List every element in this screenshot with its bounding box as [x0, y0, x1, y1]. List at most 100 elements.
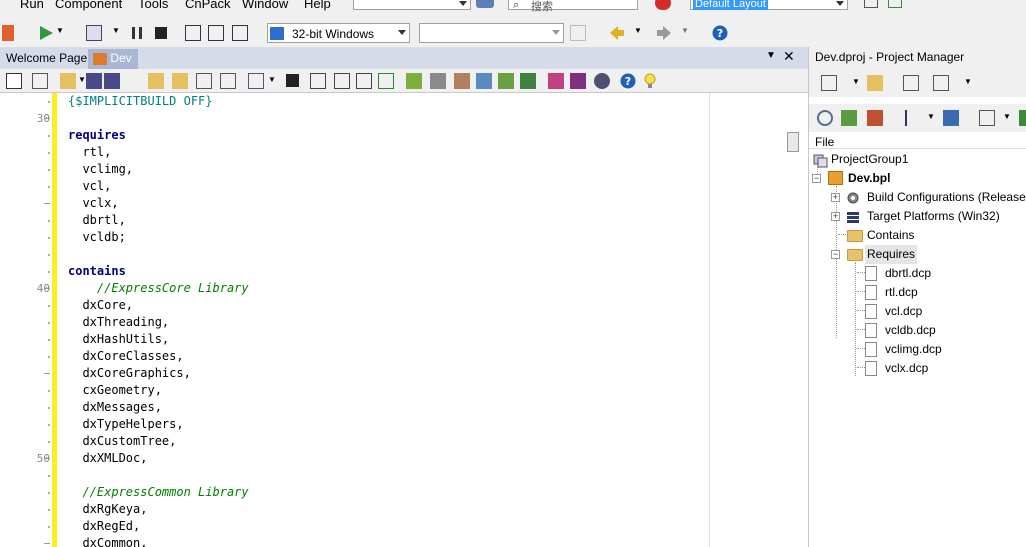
run-dropdown-icon[interactable]: ▼ [56, 26, 64, 35]
tab-dev[interactable]: Dev [88, 49, 138, 69]
run-to-cursor-icon[interactable] [232, 25, 248, 41]
remove-from-project-icon[interactable] [172, 73, 188, 89]
collapse-icon[interactable] [867, 110, 883, 126]
tool5-icon[interactable] [498, 73, 514, 89]
collapse-toggle-icon[interactable]: − [831, 250, 840, 259]
code-line[interactable]: dxTypeHelpers, [68, 416, 708, 433]
configuration-combo[interactable] [419, 23, 564, 43]
run-icon[interactable] [38, 25, 54, 41]
step-out-icon[interactable] [356, 73, 372, 89]
help-icon[interactable]: ? [712, 25, 728, 41]
save-icon[interactable] [86, 73, 102, 89]
tab-list-dropdown-icon[interactable]: ▼ [766, 50, 776, 61]
menu-run[interactable]: Run [20, 0, 44, 11]
new-item-dropdown-icon[interactable]: ▼ [852, 77, 860, 86]
view-dropdown-icon[interactable]: ▼ [964, 77, 972, 86]
editor-help-icon[interactable]: ? [620, 73, 636, 89]
tool1-icon[interactable] [406, 73, 422, 89]
refresh-config-icon[interactable] [570, 25, 586, 41]
code-line[interactable]: dbrtl, [68, 212, 708, 229]
run-until-return-icon[interactable] [378, 73, 394, 89]
menu-cnpack[interactable]: CnPack [185, 0, 231, 11]
platform-combo[interactable]: 32-bit Windows [267, 23, 410, 43]
pause-icon[interactable] [129, 25, 145, 41]
code-line[interactable] [68, 110, 708, 127]
run-options-dropdown-icon[interactable]: ▼ [112, 26, 120, 35]
view-icon[interactable] [933, 75, 949, 91]
tab-welcome-page[interactable]: Welcome Page [0, 49, 92, 69]
editor-scrollbar-thumb[interactable] [787, 132, 799, 152]
sync-icon[interactable] [817, 110, 833, 126]
code-line[interactable]: dxCoreClasses, [68, 348, 708, 365]
code-line[interactable]: vclimg, [68, 161, 708, 178]
add-to-project-icon[interactable] [148, 73, 164, 89]
tip-bulb-icon[interactable] [642, 73, 658, 89]
new-item-icon[interactable] [821, 75, 837, 91]
add-existing-icon[interactable] [867, 75, 883, 91]
tool7-icon[interactable] [548, 73, 564, 89]
trace-into-icon[interactable] [185, 25, 201, 41]
back-dropdown-icon[interactable]: ▼ [634, 26, 642, 35]
code-line[interactable]: requires [68, 127, 708, 144]
code-line[interactable]: dxCustomTree, [68, 433, 708, 450]
trace-editor-icon[interactable] [310, 73, 326, 89]
install-icon[interactable] [220, 73, 236, 89]
code-line[interactable]: vcl, [68, 178, 708, 195]
search-box[interactable]: ⌕ 搜索 [508, 0, 638, 13]
tool3-icon[interactable] [454, 73, 470, 89]
stop-editor-icon[interactable] [286, 74, 299, 87]
stop-run-icon[interactable] [153, 25, 169, 41]
run-editor-icon[interactable] [248, 73, 264, 89]
code-text[interactable]: {$IMPLICITBUILD OFF} requires rtl, vclimg… [68, 93, 708, 547]
tool4-icon[interactable] [476, 73, 492, 89]
code-line[interactable]: dxCoreGraphics, [68, 365, 708, 382]
forward-icon[interactable] [656, 25, 672, 41]
layout-combo[interactable]: Default Layout [690, 0, 848, 10]
stop-icon[interactable] [655, 0, 671, 10]
options-icon[interactable] [196, 73, 212, 89]
top-combo[interactable] [353, 0, 471, 10]
collapse-toggle-icon[interactable]: − [812, 174, 821, 183]
save-all-icon[interactable] [104, 73, 120, 89]
set-debug-desktop-icon[interactable] [888, 0, 902, 8]
build-groups-icon[interactable] [943, 110, 959, 126]
sort-icon[interactable] [905, 110, 921, 126]
code-line[interactable]: dxRegEd, [68, 518, 708, 535]
code-line[interactable]: {$IMPLICITBUILD OFF} [68, 93, 708, 110]
column-header-file[interactable]: File [809, 135, 1026, 149]
code-line[interactable] [68, 246, 708, 263]
toolbox-icon[interactable] [476, 0, 494, 8]
code-editor[interactable]: 30 40 50 {$IMPLICITBUILD OFF} requires rt… [0, 93, 808, 547]
code-line[interactable]: dxMessages, [68, 399, 708, 416]
code-line[interactable]: dxCore, [68, 297, 708, 314]
save-desktop-icon[interactable] [864, 0, 878, 8]
code-line[interactable]: contains [68, 263, 708, 280]
code-line[interactable]: cxGeometry, [68, 382, 708, 399]
tool8-icon[interactable] [570, 73, 586, 89]
expand-icon[interactable] [841, 110, 857, 126]
code-line[interactable]: rtl, [68, 144, 708, 161]
activate-dropdown-icon[interactable]: ▼ [1003, 112, 1011, 121]
code-line[interactable]: //ExpressCore Library [68, 280, 708, 297]
code-line[interactable] [68, 467, 708, 484]
expand-toggle-icon[interactable]: + [831, 212, 840, 221]
close-project-icon[interactable] [2, 25, 14, 41]
form-toggle-icon[interactable] [6, 73, 22, 89]
menu-tools[interactable]: Tools [138, 0, 168, 11]
sort-dropdown-icon[interactable]: ▼ [927, 112, 935, 121]
code-line[interactable]: dxCommon, [68, 535, 708, 547]
step-over-icon[interactable] [208, 25, 224, 41]
back-icon[interactable] [609, 25, 625, 41]
run-without-debug-icon[interactable] [86, 25, 102, 41]
expand-toggle-icon[interactable]: + [831, 193, 840, 202]
settings-gear-icon[interactable] [594, 73, 610, 89]
menu-help[interactable]: Help [304, 0, 331, 11]
code-line[interactable]: dxHashUtils, [68, 331, 708, 348]
close-tab-icon[interactable]: ✕ [783, 48, 795, 65]
code-line[interactable]: dxThreading, [68, 314, 708, 331]
step-editor-icon[interactable] [334, 73, 350, 89]
activate-icon[interactable] [979, 110, 995, 126]
remove-icon[interactable] [903, 75, 919, 91]
tool2-icon[interactable] [430, 73, 446, 89]
menu-window[interactable]: Window [242, 0, 288, 11]
